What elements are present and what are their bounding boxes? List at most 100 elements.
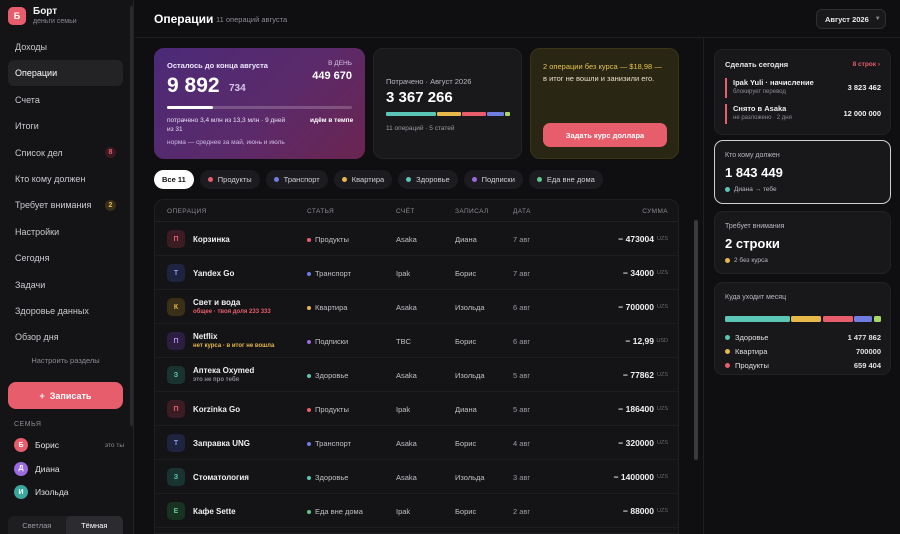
- operation-category: Продукты: [307, 405, 349, 414]
- table-scrollbar[interactable]: [694, 220, 698, 460]
- operation-recorded-by: Борис: [455, 507, 477, 516]
- operation-date: 6 авг: [513, 303, 531, 312]
- category-dot-icon: [341, 177, 347, 182]
- table-row[interactable]: Е Кафе Sette Еда вне дома Ipak Борис 2 авг − 8…: [155, 494, 678, 528]
- category-dot-icon: [725, 349, 730, 354]
- filter-chip[interactable]: Подписки: [463, 170, 523, 189]
- sidebar-item-label: Обзор дня: [15, 332, 59, 343]
- category-dot-icon: [307, 237, 311, 242]
- month-flow-segment: [822, 316, 853, 322]
- operation-account: Asaka: [396, 371, 417, 380]
- sidebar-item[interactable]: Здоровье данных: [8, 298, 123, 324]
- filter-chip[interactable]: Все 11: [154, 170, 194, 189]
- table-row[interactable]: П Корзинка Продукты Asaka Диана 7 авг − 473004…: [155, 222, 678, 256]
- debts-card[interactable]: Кто кому должен 1 843 449 Диана → тебе: [714, 140, 891, 204]
- month-value: Август 2026: [825, 14, 869, 24]
- sidebar-item[interactable]: Счета: [8, 87, 123, 113]
- sidebar-item[interactable]: Сегодня: [8, 245, 123, 271]
- member-name: Диана: [35, 463, 60, 474]
- month-selector[interactable]: Август 2026 ▼: [816, 9, 886, 29]
- col-account[interactable]: СЧЁТ: [396, 208, 415, 215]
- family-member[interactable]: И Изольда: [14, 485, 124, 499]
- col-date[interactable]: ДАТА: [513, 208, 531, 215]
- operation-category: Транспорт: [307, 269, 351, 278]
- sidebar-item[interactable]: Кто кому должен: [8, 166, 123, 192]
- operation-account: Asaka: [396, 303, 417, 312]
- sidebar-scrollbar[interactable]: [130, 6, 133, 426]
- member-note: это ты: [104, 441, 124, 449]
- page-subtitle: 11 операций августа: [216, 15, 288, 24]
- table-row[interactable]: З Аптека Oxymed это не про тебя Здоровье Asa…: [155, 358, 678, 392]
- operation-account: TBC: [396, 337, 411, 346]
- theme-light-button[interactable]: Светлая: [8, 516, 66, 534]
- col-sum[interactable]: СУММА: [642, 208, 668, 215]
- page-title: Операции: [154, 12, 214, 26]
- sidebar-item[interactable]: Итоги: [8, 113, 123, 139]
- brand-logo: Б: [8, 7, 26, 25]
- sidebar-item-label: Счета: [15, 94, 40, 105]
- operation-date: 5 авг: [513, 405, 531, 414]
- table-row[interactable]: П Netflix нет курса · в итог не вошла Подпи…: [155, 324, 678, 358]
- operation-amount: − 1400000: [613, 472, 654, 482]
- category-dot-icon: [307, 305, 311, 310]
- sidebar-item[interactable]: Обзор дня: [8, 324, 123, 350]
- category-label: Продукты: [315, 405, 349, 414]
- plus-icon: +: [39, 390, 45, 401]
- operation-recorded-by: Борис: [455, 439, 477, 448]
- operation-name: Стоматология: [193, 473, 249, 482]
- operation-recorded-by: Борис: [455, 337, 477, 346]
- filter-chip[interactable]: Транспорт: [265, 170, 328, 189]
- operation-recorded-by: Борис: [455, 269, 477, 278]
- spent-segment: [386, 112, 436, 116]
- month-flow-row[interactable]: Квартира 700000: [725, 347, 881, 356]
- filter-chip[interactable]: Здоровье: [398, 170, 458, 189]
- col-category[interactable]: СТАТЬЯ: [307, 208, 334, 215]
- sidebar-item[interactable]: Список дел 8: [8, 140, 123, 166]
- sidebar-item[interactable]: Требует внимания 2: [8, 192, 123, 218]
- table-row[interactable]: К Свет и вода общее · твоя доля 233 333 Ква…: [155, 290, 678, 324]
- theme-dark-button[interactable]: Тёмная: [65, 516, 123, 534]
- filter-chip[interactable]: Еда вне дома: [528, 170, 603, 189]
- month-flow-row[interactable]: Продукты 659 404: [725, 361, 881, 370]
- table-row[interactable]: Т Заправка UNG Транспорт Asaka Борис 4 авг − 3…: [155, 426, 678, 460]
- add-record-button[interactable]: + Записать: [8, 382, 123, 409]
- spent-segment: [487, 112, 504, 116]
- attention-title: Требует внимания: [725, 223, 785, 230]
- sidebar: Б Борт деньги семьи Доходы Операции Счета И…: [0, 0, 134, 534]
- month-flow-row[interactable]: Здоровье 1 477 862: [725, 333, 881, 342]
- operation-amount: − 320000: [618, 438, 654, 448]
- family-member[interactable]: Д Диана: [14, 461, 124, 476]
- sidebar-item[interactable]: Задачи: [8, 272, 123, 298]
- attention-card[interactable]: Требует внимания 2 строки 2 без курса: [714, 211, 891, 274]
- table-row[interactable]: З Стоматология Здоровье Asaka Изольда 3 авг − …: [155, 460, 678, 494]
- avatar: Д: [14, 461, 28, 476]
- filter-chip[interactable]: Продукты: [199, 170, 260, 189]
- spent-footer: 11 операций · 5 статей: [386, 125, 455, 132]
- todo-item[interactable]: Ipak Yuli · начисление блокирует перевод…: [725, 78, 881, 98]
- configure-sections-link[interactable]: Настроить разделы: [8, 356, 123, 365]
- operation-date: 3 авг: [513, 473, 531, 482]
- category-avatar: З: [167, 366, 185, 384]
- category-dot-icon: [307, 271, 311, 276]
- sidebar-item[interactable]: Доходы: [8, 34, 123, 60]
- table-row[interactable]: П Korzinka Go Продукты Ipak Диана 5 авг − 1864…: [155, 392, 678, 426]
- operation-date: 2 авг: [513, 507, 531, 516]
- attention-sub: 2 без курса: [725, 257, 768, 264]
- filter-chip[interactable]: Квартира: [333, 170, 393, 189]
- col-operation[interactable]: ОПЕРАЦИЯ: [167, 208, 207, 215]
- operation-name: Корзинка: [193, 235, 230, 244]
- todo-item[interactable]: Снято в Asaka не разложено · 2 дня 12 00…: [725, 104, 881, 124]
- table-row[interactable]: Т Yandex Go Транспорт Ipak Борис 7 авг − 34000…: [155, 256, 678, 290]
- sidebar-item-label: Задачи: [15, 279, 46, 290]
- col-recorded-by[interactable]: ЗАПИСАЛ: [455, 208, 489, 215]
- today-all-link[interactable]: 8 строк ›: [853, 61, 880, 68]
- sidebar-item[interactable]: Настройки: [8, 219, 123, 245]
- operation-currency: UZS: [657, 508, 668, 514]
- set-rate-button[interactable]: Задать курс доллара: [543, 123, 667, 147]
- brand[interactable]: Б Борт деньги семьи: [8, 6, 77, 26]
- operation-account: Asaka: [396, 235, 417, 244]
- sidebar-item[interactable]: Операции: [8, 60, 123, 87]
- spent-value: 3 367 266: [386, 89, 453, 106]
- remaining-progress-fill: [167, 106, 214, 109]
- family-member[interactable]: Б Борис это ты: [14, 438, 124, 452]
